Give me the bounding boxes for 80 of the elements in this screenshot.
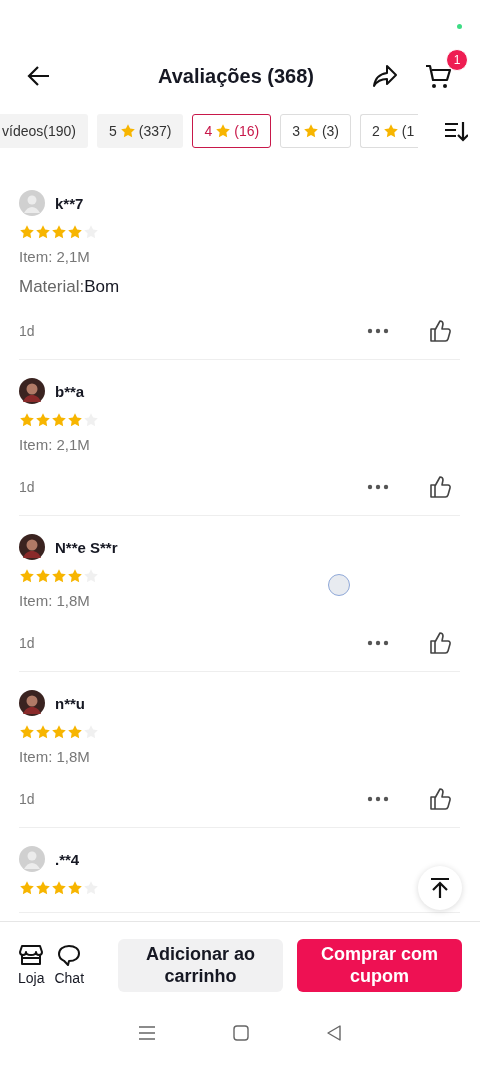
item-variant: Item: 1,8M [19,748,91,765]
more-icon[interactable] [367,640,389,646]
buy-button[interactable]: Comprar com cupom [297,938,462,992]
star-icon [35,724,51,740]
star-icon [19,568,35,584]
review-time: 1d [19,323,35,339]
filter-chip[interactable]: 5 (337) [96,114,184,148]
star-icon [215,123,232,139]
share-icon[interactable] [372,64,398,88]
star-icon [83,412,99,428]
star-icon [67,880,83,896]
avatar [19,378,45,404]
star-icon [51,412,67,428]
filter-chip[interactable]: vídeos(190) [0,114,88,148]
star-icon [35,224,51,240]
star-icon [19,224,35,240]
add-to-cart-button[interactable]: Adicionar ao carrinho [118,938,284,992]
thumbs-up-icon[interactable] [428,631,452,655]
star-icon [67,568,83,584]
item-variant: Item: 2,1M [19,248,91,265]
star-icon [67,412,83,428]
user-name: .**4 [55,850,80,868]
star-icon [83,880,99,896]
filter-chip[interactable]: 3 (3) [280,114,352,148]
status-dot [457,24,462,29]
back-triangle-icon[interactable] [325,1025,342,1041]
user-name: N**e S**r [55,538,118,556]
attribute-label: Material: [19,277,85,296]
star-icon [35,568,51,584]
review-time: 1d [19,479,35,495]
attribute-value: Bom [84,277,120,296]
filter-chip[interactable]: 2 (1 [360,114,419,148]
touch-indicator [328,574,350,596]
user-name: k**7 [55,194,84,212]
more-icon[interactable] [367,328,389,334]
star-icon [119,123,136,139]
avatar [19,190,45,216]
star-icon [51,880,67,896]
star-icon [67,224,83,240]
review-time: 1d [19,635,35,651]
menu-icon[interactable] [138,1025,157,1041]
user-name: n**u [55,694,85,712]
cart-icon[interactable] [424,62,452,90]
thumbs-up-icon[interactable] [428,319,452,343]
thumbs-up-icon[interactable] [428,475,452,499]
item-variant: Item: 2,1M [19,436,91,453]
shop-button[interactable]: Loja [18,944,45,986]
user-name: b**a [55,382,85,400]
more-icon[interactable] [367,484,389,490]
cart-count-badge: 1 [446,49,468,71]
page-title: Avaliações (368) [157,64,315,88]
star-icon [19,412,35,428]
star-icon [35,412,51,428]
home-square-icon[interactable] [233,1025,249,1041]
more-icon[interactable] [367,796,389,802]
star-icon [51,724,67,740]
star-icon [51,568,67,584]
chat-bubble-icon [57,944,82,966]
arrow-up-icon [429,877,451,899]
item-variant: Item: 1,8M [19,592,91,609]
star-icon [51,224,67,240]
star-icon [302,123,319,139]
star-icon [83,724,99,740]
star-icon [83,568,99,584]
thumbs-up-icon[interactable] [428,787,452,811]
star-icon [67,724,83,740]
avatar [19,534,45,560]
avatar [19,690,45,716]
scroll-to-top-button[interactable] [418,866,462,910]
store-icon [19,944,44,966]
star-icon [382,123,399,139]
filter-chip[interactable]: 4 (16) [192,114,272,148]
star-icon [83,224,99,240]
sort-icon[interactable] [444,120,468,142]
avatar [19,846,45,872]
chat-button[interactable]: Chat [54,944,85,986]
review-time: 1d [19,791,35,807]
star-icon [19,880,35,896]
star-icon [35,880,51,896]
star-icon [19,724,35,740]
